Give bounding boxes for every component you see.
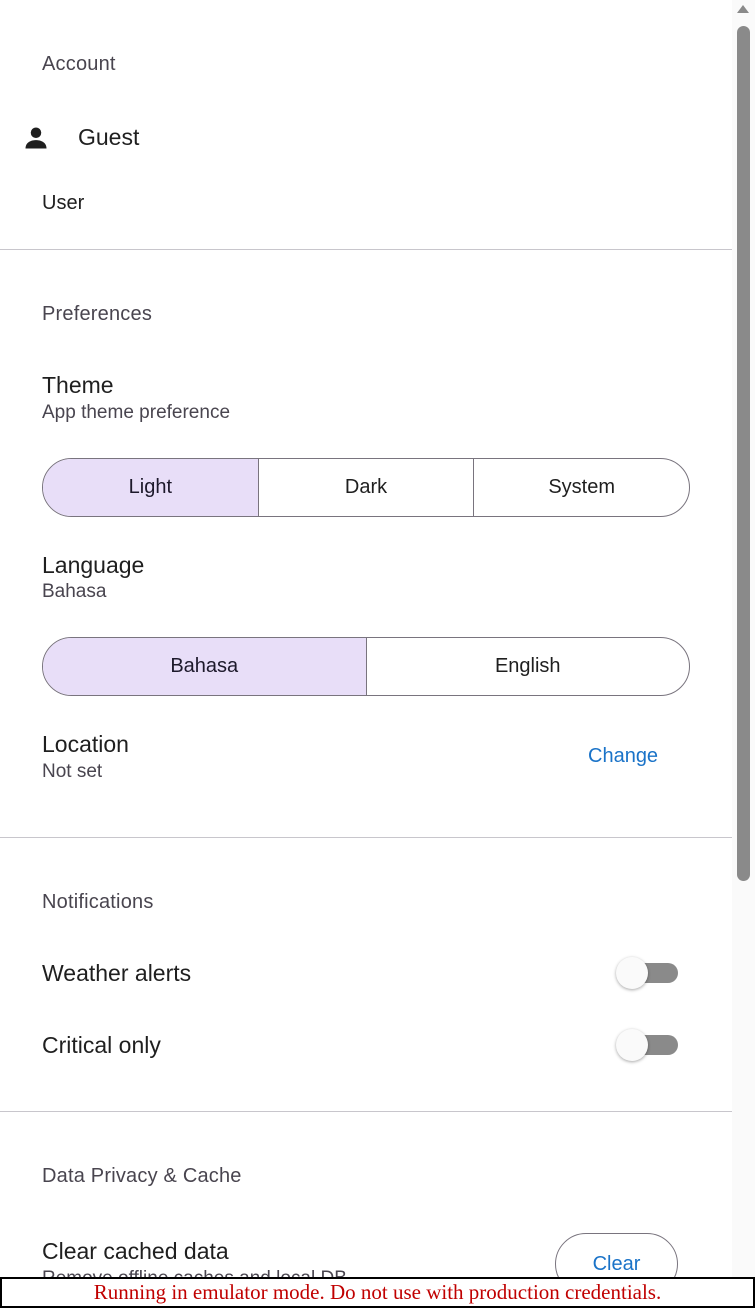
location-change-button[interactable]: Change xyxy=(588,745,658,768)
critical-only-label: Critical only xyxy=(42,1032,161,1058)
account-user-role: User xyxy=(42,192,85,214)
divider-account xyxy=(0,249,732,250)
settings-page: Account Guest User Preferences Theme App… xyxy=(0,0,732,1308)
emulator-warning-banner: Running in emulator mode. Do not use wit… xyxy=(0,1277,755,1308)
divider-preferences xyxy=(0,837,732,838)
scroll-up-arrow-icon[interactable] xyxy=(737,5,749,13)
language-option-bahasa[interactable]: Bahasa xyxy=(43,638,367,695)
language-segmented-control: Bahasa English xyxy=(42,637,690,696)
account-section-title: Account xyxy=(42,53,116,75)
language-subtitle: Bahasa xyxy=(42,581,107,602)
language-title: Language xyxy=(42,552,145,578)
account-user-name: Guest xyxy=(78,124,140,150)
data-privacy-section-title: Data Privacy & Cache xyxy=(42,1165,242,1187)
theme-option-light[interactable]: Light xyxy=(43,459,259,516)
vertical-scrollbar[interactable] xyxy=(732,0,755,1308)
location-subtitle: Not set xyxy=(42,761,103,782)
preferences-section-title: Preferences xyxy=(42,303,153,325)
theme-option-dark[interactable]: Dark xyxy=(259,459,475,516)
theme-title: Theme xyxy=(42,372,114,398)
divider-notifications xyxy=(0,1111,732,1112)
scrollbar-thumb[interactable] xyxy=(737,26,750,881)
theme-subtitle: App theme preference xyxy=(42,402,231,423)
critical-only-toggle[interactable] xyxy=(616,1029,680,1061)
weather-alerts-toggle[interactable] xyxy=(616,957,680,989)
language-option-english[interactable]: English xyxy=(367,638,690,695)
weather-alerts-label: Weather alerts xyxy=(42,960,192,986)
toggle-thumb xyxy=(616,1029,648,1061)
theme-option-system[interactable]: System xyxy=(474,459,689,516)
theme-segmented-control: Light Dark System xyxy=(42,458,690,517)
location-title: Location xyxy=(42,731,129,757)
clear-cache-title: Clear cached data xyxy=(42,1238,229,1264)
toggle-thumb xyxy=(616,957,648,989)
person-icon xyxy=(25,127,47,149)
notifications-section-title: Notifications xyxy=(42,891,154,913)
